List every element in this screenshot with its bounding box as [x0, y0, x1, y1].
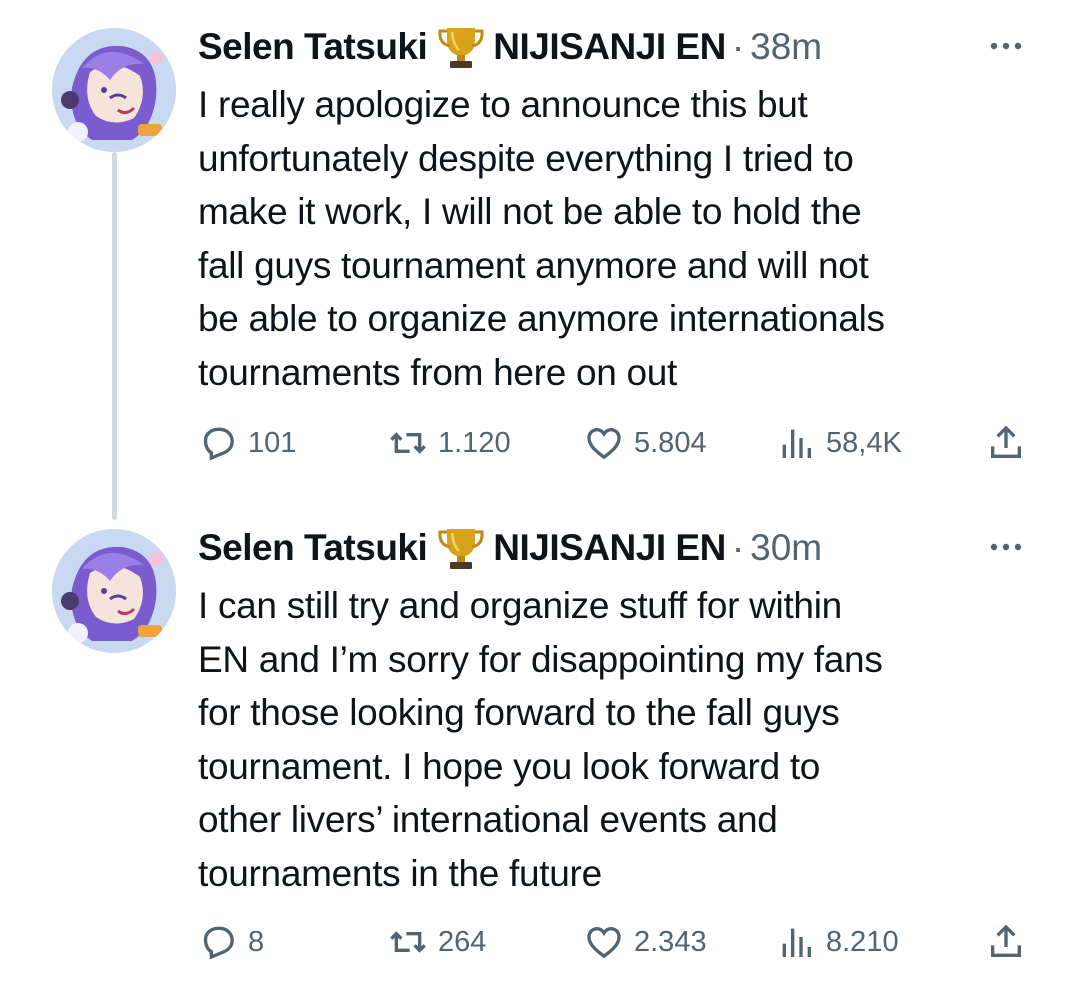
trophy-icon: [437, 525, 485, 571]
display-name[interactable]: Selen Tatsuki: [198, 26, 428, 68]
avatar-image: [52, 529, 176, 653]
header-separator: ·: [731, 527, 745, 568]
tweet-text-line: tournament. I hope you look forward to: [198, 745, 821, 787]
tweet-actions: 8 264 2.343 8.210: [198, 917, 1028, 967]
repost-count: 1.120: [438, 426, 511, 459]
views-button[interactable]: 8.210: [776, 917, 899, 967]
tweet-text-line: tournaments in the future: [198, 852, 602, 894]
avatar[interactable]: [52, 529, 176, 653]
reply-count: 101: [248, 426, 297, 459]
reply-button[interactable]: 8: [198, 917, 264, 967]
tweet-text-line: unfortunately despite everything I tried…: [198, 137, 854, 179]
more-icon[interactable]: [986, 537, 1026, 557]
tweet-text-line: make it work, I will not be able to hold…: [198, 191, 862, 232]
tweet-text-line: EN and I’m sorry for disappointing my fa…: [198, 638, 883, 680]
share-button[interactable]: [986, 418, 1026, 468]
affiliation-label[interactable]: NIJISANJI EN: [493, 527, 726, 569]
tweet-text-line: be able to organize anymore internationa…: [198, 298, 885, 339]
tweet-text: I really apologize to announce this but …: [198, 78, 1038, 399]
views-button[interactable]: 58,4K: [776, 418, 902, 468]
views-icon: [782, 928, 811, 957]
tweet-text-line: fall guys tournament anymore and will no…: [198, 244, 869, 286]
like-button[interactable]: 2.343: [584, 917, 707, 967]
tweet-text-line: other livers’ international events and: [198, 799, 778, 840]
display-name[interactable]: Selen Tatsuki: [198, 527, 428, 569]
heart-icon: [587, 926, 621, 959]
reply-icon: [203, 926, 234, 960]
tweet-actions: 101 1.120 5.804 58,4K: [198, 418, 1028, 468]
views-count: 8.210: [826, 925, 899, 958]
more-icon[interactable]: [986, 36, 1026, 56]
tweet-header: Selen Tatsuki NIJISANJI EN · 38m: [198, 24, 822, 70]
tweet-text: I can still try and organize stuff for w…: [198, 579, 1038, 900]
repost-button[interactable]: 1.120: [388, 418, 511, 468]
like-count: 5.804: [634, 426, 707, 459]
header-separator: ·: [731, 26, 745, 67]
tweet-text-line: I can still try and organize stuff for w…: [198, 585, 842, 626]
affiliation-label[interactable]: NIJISANJI EN: [493, 26, 726, 68]
repost-icon: [390, 432, 426, 454]
avatar[interactable]: [52, 28, 176, 152]
tweet-text-line: for those looking forward to the fall gu…: [198, 692, 840, 733]
share-icon: [991, 924, 1021, 957]
views-icon: [782, 429, 811, 458]
tweet[interactable]: Selen Tatsuki NIJISANJI EN · 30m I can s…: [0, 505, 1080, 997]
views-count: 58,4K: [826, 426, 902, 459]
avatar-image: [52, 28, 176, 152]
reply-icon: [203, 427, 234, 461]
reply-count: 8: [248, 925, 265, 958]
heart-icon: [587, 427, 621, 460]
repost-button[interactable]: 264: [388, 917, 486, 967]
share-icon: [991, 425, 1021, 458]
repost-icon: [390, 931, 426, 953]
timestamp[interactable]: 30m: [750, 527, 822, 569]
tweet-header: Selen Tatsuki NIJISANJI EN · 30m: [198, 525, 822, 571]
tweet-text-line: I really apologize to announce this but: [198, 84, 808, 125]
like-count: 2.343: [634, 925, 707, 958]
share-button[interactable]: [986, 917, 1026, 967]
reply-button[interactable]: 101: [198, 418, 296, 468]
like-button[interactable]: 5.804: [584, 418, 707, 468]
tweet[interactable]: Selen Tatsuki NIJISANJI EN · 38m I reall…: [0, 0, 1080, 500]
trophy-icon: [437, 24, 485, 70]
repost-count: 264: [438, 925, 487, 958]
tweet-text-line: tournaments from here on out: [198, 351, 678, 393]
timestamp[interactable]: 38m: [750, 26, 822, 68]
